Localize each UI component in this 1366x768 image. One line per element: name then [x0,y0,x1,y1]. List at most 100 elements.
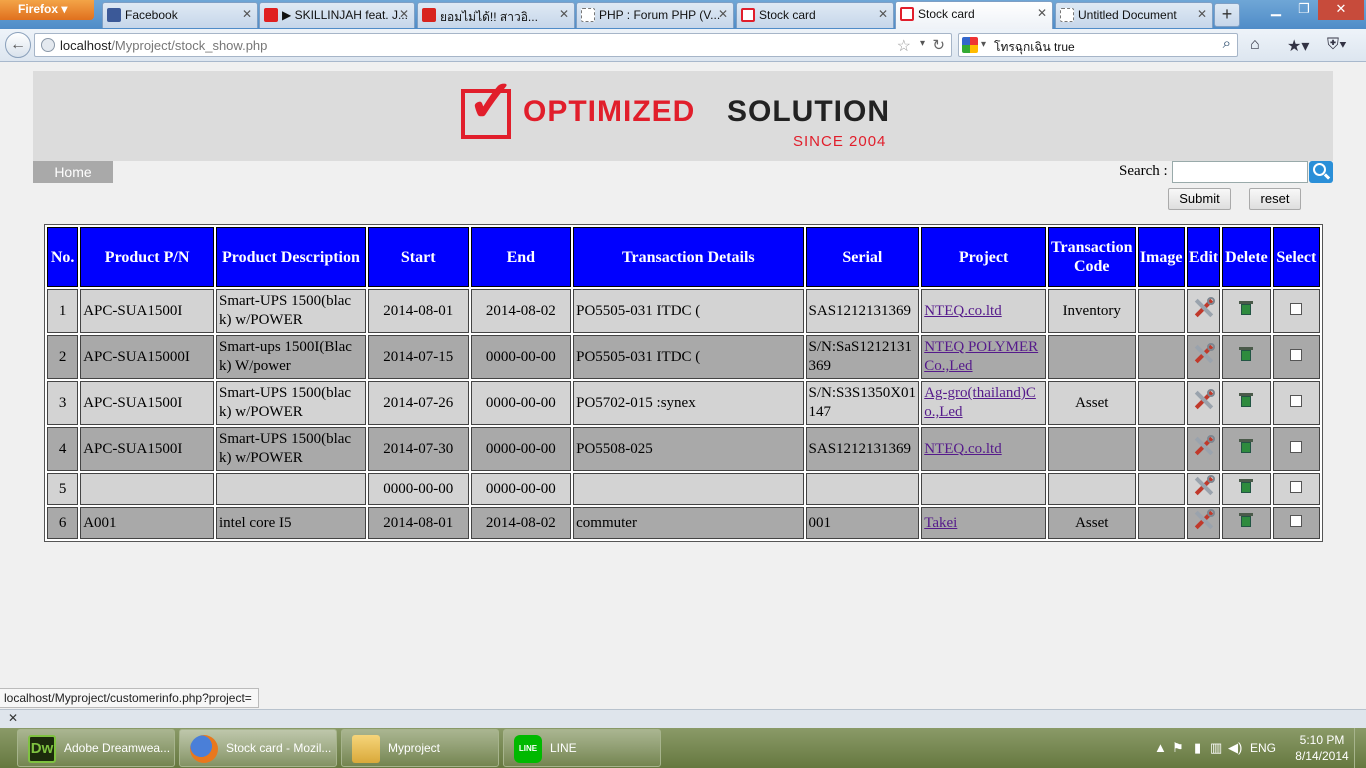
cell-no: 2 [47,335,79,379]
search-input[interactable] [1172,161,1308,183]
cell-end: 2014-08-02 [470,289,572,333]
cell-select [1272,473,1320,505]
tab-facebook[interactable]: Facebook ✕ [102,2,258,28]
bookmark-star-icon[interactable]: ☆ [897,36,911,56]
tab-youtube[interactable]: ▶ SKILLINJAH feat. J... ✕ [259,2,415,28]
project-link[interactable]: NTEQ.co.ltd [924,303,1001,319]
maximize-button[interactable]: ❐ [1290,0,1318,20]
reset-button[interactable]: reset [1249,188,1301,210]
close-icon[interactable]: ✕ [399,7,409,21]
action-center-flag-icon[interactable]: ⚑ [1172,740,1184,756]
edit-tools-icon[interactable] [1192,388,1216,412]
url-path: /Myproject/stock_show.php [111,38,268,53]
recycle-bin-icon[interactable] [1239,300,1254,316]
dreamweaver-icon: Dw [28,735,56,763]
cell-product-pn: APC-SUA15000I [80,335,214,379]
logo-word-optimized: OPTIMIZED [523,95,696,128]
search-icon[interactable]: ⌕ [1223,35,1231,52]
show-desktop-button[interactable] [1354,728,1366,768]
cell-image [1137,507,1185,539]
edit-tools-icon[interactable] [1192,296,1216,320]
project-link[interactable]: Ag-gro(thailand)Co.,Led [924,385,1036,420]
close-icon[interactable]: ✕ [242,7,252,21]
taskbar-item-line[interactable]: LINE LINE [503,729,661,767]
addon-bar-close-icon[interactable]: ✕ [8,711,18,725]
browser-search-bar[interactable]: ▾ โทรฉุกเฉิน true ⌕ [958,33,1238,57]
url-text[interactable]: localhost/Myproject/stock_show.php [60,38,267,53]
reload-icon[interactable]: ↻ [932,36,945,54]
cell-product-description: Smart-UPS 1500(black) w/POWER [216,381,366,425]
edit-tools-icon[interactable] [1192,434,1216,458]
addon-shield-icon[interactable]: ⛨▾ [1327,36,1347,54]
close-icon[interactable]: ✕ [718,7,728,21]
tab-php-forum[interactable]: PHP : Forum PHP (V... ✕ [576,2,734,28]
cell-product-pn: APC-SUA1500I [80,289,214,333]
recycle-bin-icon[interactable] [1239,346,1254,362]
project-link[interactable]: Takei [924,515,957,531]
search-label: Search : [1119,163,1168,179]
tab-sanook[interactable]: ยอมไม่ได้!! สาวอิ... ✕ [417,2,575,28]
cell-end: 0000-00-00 [470,335,572,379]
close-icon[interactable]: ✕ [559,7,569,21]
select-checkbox[interactable] [1290,394,1303,407]
select-checkbox[interactable] [1290,440,1303,453]
select-checkbox[interactable] [1290,480,1303,493]
table-header-row: No. Product P/N Product Description Star… [47,227,1320,287]
header-product-pn: Product P/N [80,227,214,287]
close-icon[interactable]: ✕ [878,7,888,21]
minimize-button[interactable]: ▁ [1262,0,1290,20]
close-icon[interactable]: ✕ [1037,6,1047,20]
home-nav-button[interactable]: Home [33,161,113,183]
bookmarks-icon[interactable]: ★▾ [1287,36,1309,56]
cell-end: 0000-00-00 [470,473,572,505]
search-engine-dropdown-icon[interactable]: ▾ [981,39,986,50]
cell-product-pn [80,473,214,505]
google-icon[interactable] [962,37,978,53]
edit-tools-icon[interactable] [1192,508,1216,532]
search-button[interactable] [1309,161,1333,183]
submit-button[interactable]: Submit [1168,188,1231,210]
edit-tools-icon[interactable] [1192,342,1216,366]
cell-project [921,473,1046,505]
cell-edit [1186,507,1221,539]
taskbar-item-firefox[interactable]: Stock card - Mozil... [179,729,337,767]
language-indicator[interactable]: ENG [1250,741,1276,755]
project-link[interactable]: NTEQ POLYMER Co.,Led [924,339,1038,374]
tab-stock-card[interactable]: Stock card ✕ [736,2,894,28]
header-end: End [470,227,572,287]
checkbox-logo-icon [741,8,755,22]
battery-icon[interactable]: ▮ [1194,740,1201,756]
recycle-bin-icon[interactable] [1239,478,1254,494]
select-checkbox[interactable] [1290,514,1303,527]
home-icon[interactable]: ⌂ [1250,36,1260,54]
taskbar-item-dreamweaver[interactable]: Dw Adobe Dreamwea... [17,729,175,767]
window-close-button[interactable]: ✕ [1318,0,1364,20]
close-icon[interactable]: ✕ [1197,7,1207,21]
taskbar-item-myproject[interactable]: Myproject [341,729,499,767]
volume-icon[interactable]: ◀) [1228,740,1242,756]
header-delete: Delete [1222,227,1271,287]
recycle-bin-icon[interactable] [1239,392,1254,408]
tab-stock-card-active[interactable]: Stock card ✕ [895,1,1053,29]
clock-time[interactable]: 5:10 PM [1292,733,1352,747]
cell-start: 2014-07-30 [367,427,469,471]
back-button[interactable]: ← [5,32,31,58]
recycle-bin-icon[interactable] [1239,512,1254,528]
url-bar[interactable]: localhost/Myproject/stock_show.php ☆ ▾ ↻ [34,33,952,57]
tab-untitled-document[interactable]: Untitled Document ✕ [1055,2,1213,28]
firefox-menu-button[interactable]: Firefox ▾ [0,0,94,20]
facebook-icon [107,8,121,22]
taskbar-item-label: LINE [550,741,577,755]
network-icon[interactable]: ▥ [1210,740,1222,756]
edit-tools-icon[interactable] [1192,474,1216,498]
clock-date[interactable]: 8/14/2014 [1292,749,1352,763]
show-hidden-icons-icon[interactable]: ▲ [1154,740,1167,755]
select-checkbox[interactable] [1290,302,1303,315]
recycle-bin-icon[interactable] [1239,438,1254,454]
new-tab-button[interactable]: + [1214,3,1240,27]
project-link[interactable]: NTEQ.co.ltd [924,441,1001,457]
browser-search-input[interactable]: โทรฉุกเฉิน true [994,38,1075,57]
url-dropdown-icon[interactable]: ▾ [920,38,925,49]
firefox-menu-label: Firefox [18,2,59,16]
select-checkbox[interactable] [1290,348,1303,361]
